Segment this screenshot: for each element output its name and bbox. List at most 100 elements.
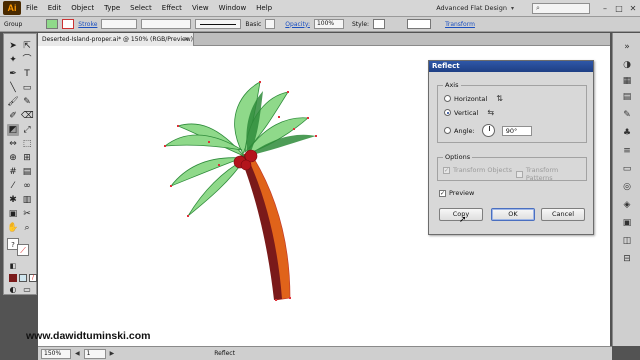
menu-select[interactable]: Select: [125, 4, 157, 12]
gradient-mode-icon[interactable]: [19, 274, 27, 282]
transform-objects-option[interactable]: ✓ Transform Objects: [443, 166, 512, 174]
menu-view[interactable]: View: [187, 4, 214, 12]
slice-tool-icon[interactable]: ✂: [21, 208, 33, 220]
pen-tool-icon[interactable]: ✒: [7, 68, 19, 80]
eyedropper-tool-icon[interactable]: ⁄: [7, 180, 19, 192]
none-mode-icon[interactable]: /: [29, 274, 37, 282]
brushes-panel-icon[interactable]: ✎: [621, 109, 633, 121]
brush-definition-field[interactable]: [195, 19, 242, 29]
menu-bar: Ai File Edit Object Type Select Effect V…: [0, 0, 640, 17]
transparency-panel-icon[interactable]: ◎: [621, 181, 633, 193]
selection-tool-icon[interactable]: ➤: [7, 40, 19, 52]
axis-group-label: Axis: [443, 81, 461, 89]
opacity-link[interactable]: Opacity:: [285, 21, 310, 28]
transform-link[interactable]: Transform: [445, 21, 475, 28]
align-buttons[interactable]: [407, 19, 432, 29]
stroke-link[interactable]: Stroke: [78, 21, 97, 28]
previous-artboard-icon[interactable]: ◀: [75, 350, 80, 357]
control-bar: Group Stroke Basic Opacity: 100% Style: …: [0, 17, 640, 32]
color-mode-icon[interactable]: [9, 274, 17, 282]
transform-patterns-option[interactable]: Transform Patterns: [516, 166, 586, 182]
chevron-down-icon: ▾: [510, 4, 514, 12]
angle-radio[interactable]: [444, 127, 451, 134]
menu-effect[interactable]: Effect: [157, 4, 187, 12]
pencil-tool-icon[interactable]: ✎: [21, 96, 33, 108]
transform-objects-checkbox[interactable]: ✓: [443, 166, 450, 174]
zoom-tool-icon[interactable]: ⌕: [21, 222, 33, 234]
maximize-button[interactable]: □: [612, 3, 626, 14]
close-tab-icon[interactable]: ✕: [184, 33, 189, 46]
graphic-styles-panel-icon[interactable]: ▣: [621, 217, 633, 229]
line-tool-icon[interactable]: ╲: [7, 82, 19, 94]
next-artboard-icon[interactable]: ▶: [110, 350, 115, 357]
gradient-tool-icon[interactable]: ▤: [21, 166, 33, 178]
lasso-tool-icon[interactable]: ⌒: [21, 54, 33, 66]
symbol-sprayer-tool-icon[interactable]: ✱: [7, 194, 19, 206]
menu-type[interactable]: Type: [99, 4, 125, 12]
menu-edit[interactable]: Edit: [43, 4, 67, 12]
color-guide-icon[interactable]: ▦: [621, 75, 633, 87]
preview-option[interactable]: ✓ Preview: [439, 189, 474, 197]
default-colors-icon[interactable]: ◧: [7, 260, 19, 272]
menu-help[interactable]: Help: [251, 4, 277, 12]
preview-checkbox[interactable]: ✓: [439, 189, 446, 197]
rectangle-tool-icon[interactable]: ▭: [21, 82, 33, 94]
column-graph-tool-icon[interactable]: ▥: [21, 194, 33, 206]
perspective-grid-tool-icon[interactable]: ⊞: [21, 152, 33, 164]
width-tool-icon[interactable]: ⇔: [7, 138, 19, 150]
close-window-button[interactable]: ✕: [626, 3, 640, 14]
scale-tool-icon[interactable]: ⤢: [21, 124, 33, 136]
color-panel-icon[interactable]: ◑: [621, 59, 633, 71]
draw-mode-icon[interactable]: ◐: [7, 284, 19, 296]
search-input[interactable]: ⌕: [532, 2, 590, 14]
menu-window[interactable]: Window: [214, 4, 252, 12]
mesh-tool-icon[interactable]: #: [7, 166, 19, 178]
blob-brush-tool-icon[interactable]: ✐: [7, 110, 19, 122]
stroke-weight-field[interactable]: [101, 19, 138, 29]
document-tab[interactable]: Deserted-Island-proper.ai* @ 150% (RGB/P…: [38, 33, 194, 46]
direct-selection-tool-icon[interactable]: ⇱: [21, 40, 33, 52]
stroke-panel-icon[interactable]: ≡: [621, 145, 633, 157]
workspace-switcher[interactable]: Advanced Flat Design ▾: [432, 4, 532, 12]
horizontal-option[interactable]: Horizontal ⇅: [444, 94, 503, 103]
cancel-button[interactable]: Cancel: [541, 208, 585, 221]
magic-wand-tool-icon[interactable]: ✦: [7, 54, 19, 66]
stroke-color-icon[interactable]: ⟋: [17, 244, 29, 256]
menu-object[interactable]: Object: [66, 4, 99, 12]
variable-width-field[interactable]: [141, 19, 192, 29]
type-tool-icon[interactable]: T: [21, 68, 33, 80]
reflect-tool-icon[interactable]: ◩: [7, 124, 19, 136]
zoom-field[interactable]: 150%: [41, 348, 71, 359]
horizontal-radio[interactable]: [444, 95, 451, 102]
swatches-panel-icon[interactable]: ▤: [621, 91, 633, 103]
eraser-tool-icon[interactable]: ⌫: [21, 110, 34, 122]
graphic-style-swatch[interactable]: [373, 19, 386, 29]
screen-mode-icon[interactable]: ▭: [21, 284, 33, 296]
paintbrush-tool-icon[interactable]: 🖌: [7, 96, 19, 108]
menu-file[interactable]: File: [21, 4, 43, 12]
transform-patterns-checkbox[interactable]: [516, 170, 523, 178]
appearance-panel-icon[interactable]: ◈: [621, 199, 633, 211]
gradient-panel-icon[interactable]: ▭: [621, 163, 633, 175]
ok-button[interactable]: OK: [491, 208, 535, 221]
symbols-panel-icon[interactable]: ♣: [621, 127, 633, 139]
fill-swatch[interactable]: [46, 19, 59, 29]
layers-panel-icon[interactable]: ◫: [621, 235, 633, 247]
minimize-button[interactable]: –: [598, 3, 612, 14]
vertical-option[interactable]: Vertical ⇆: [444, 108, 494, 117]
vertical-radio[interactable]: [444, 109, 451, 116]
artboard-number-field[interactable]: 1: [83, 348, 106, 359]
free-transform-tool-icon[interactable]: ⬚: [21, 138, 33, 150]
opacity-field[interactable]: 100%: [313, 19, 344, 29]
artboards-panel-icon[interactable]: ⊟: [621, 253, 633, 265]
shape-builder-tool-icon[interactable]: ⊕: [7, 152, 19, 164]
blend-tool-icon[interactable]: ∞: [21, 180, 33, 192]
angle-option[interactable]: Angle: 90°: [444, 124, 532, 137]
brush-dropdown[interactable]: [265, 19, 276, 29]
stroke-swatch[interactable]: [62, 19, 75, 29]
angle-input[interactable]: 90°: [501, 125, 532, 136]
artboard-tool-icon[interactable]: ▣: [7, 208, 19, 220]
angle-dial-icon[interactable]: [481, 124, 495, 137]
hand-tool-icon[interactable]: ✋: [7, 222, 19, 234]
collapse-panels-icon[interactable]: »: [621, 41, 633, 53]
